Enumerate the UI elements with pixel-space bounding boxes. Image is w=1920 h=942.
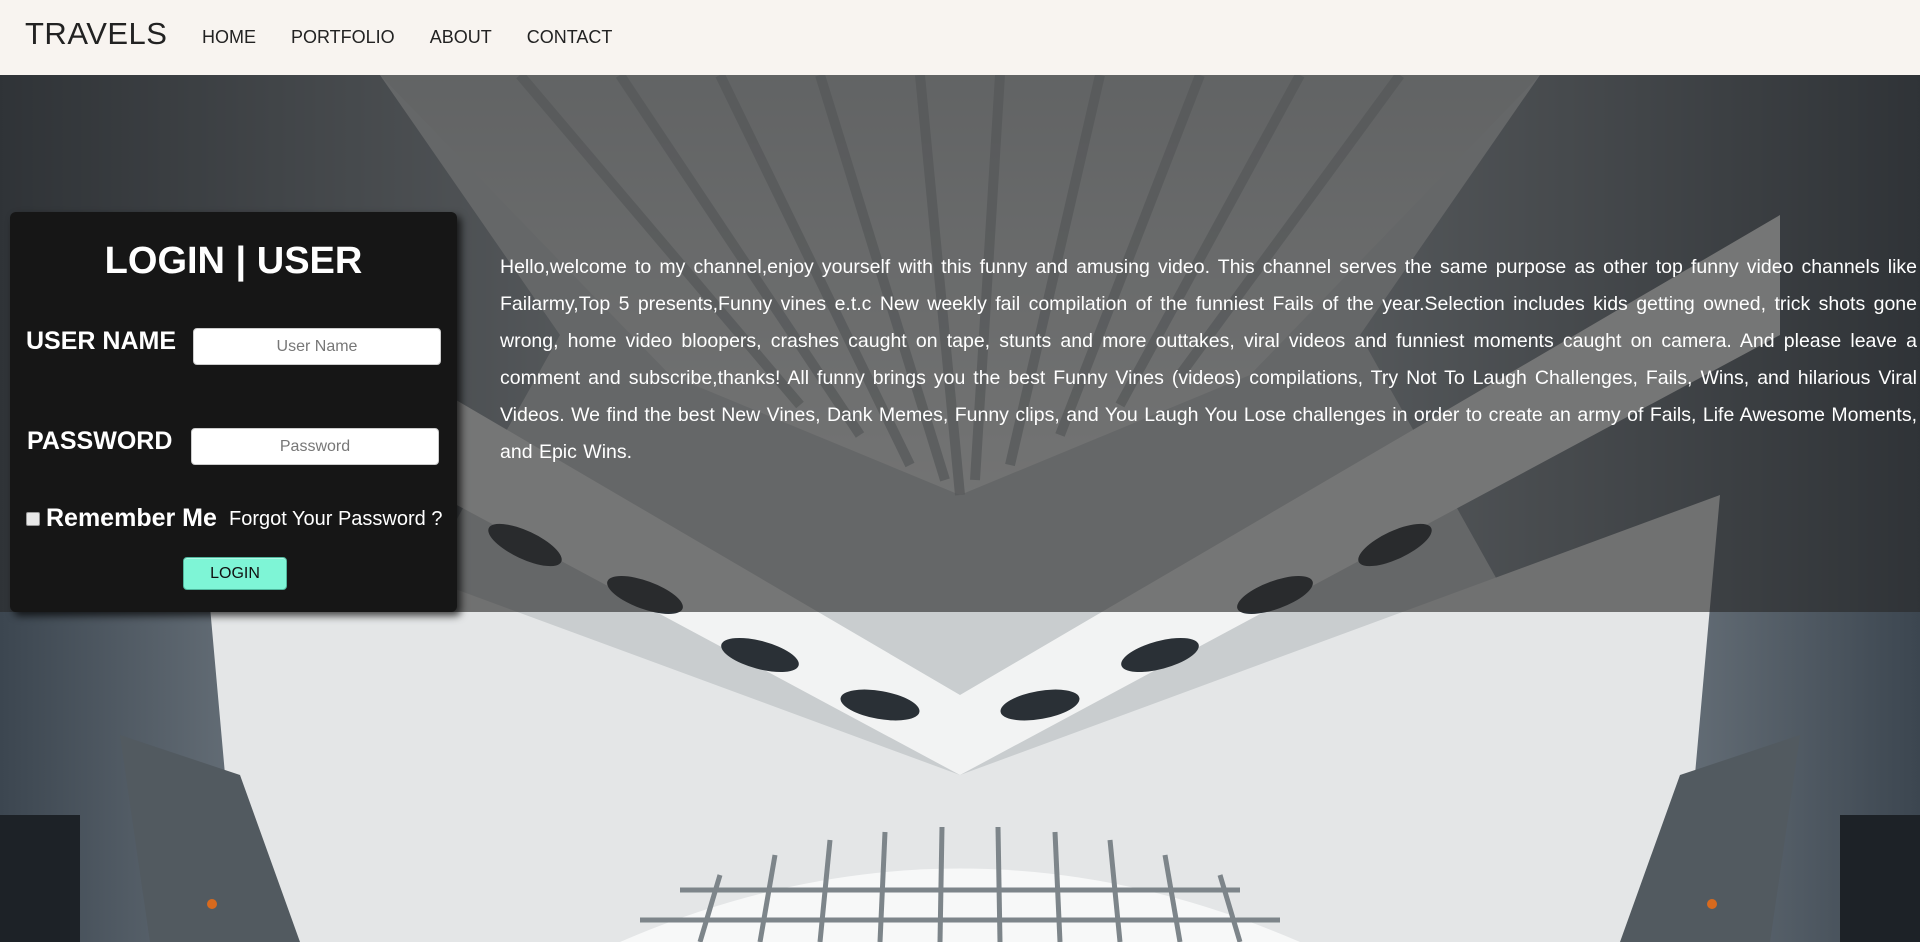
remember-checkbox[interactable] [26,511,40,526]
nav-home[interactable]: HOME [202,27,256,48]
nav-portfolio[interactable]: PORTFOLIO [291,27,395,48]
nav-contact[interactable]: CONTACT [527,27,613,48]
brand-logo[interactable]: TRAVELS [25,16,167,52]
remember-label[interactable]: Remember Me [46,504,217,533]
login-title: LOGIN | USER [104,240,363,282]
login-panel: LOGIN | USER USER NAME PASSWORD Remember… [10,212,457,612]
channel-description: Hello,welcome to my channel,enjoy yourse… [500,256,1917,463]
nav-about[interactable]: ABOUT [430,27,492,48]
login-button[interactable]: LOGIN [183,557,287,590]
top-navbar: TRAVELS HOME PORTFOLIO ABOUT CONTACT [0,0,1920,75]
nav-links: HOME PORTFOLIO ABOUT CONTACT [202,27,612,48]
username-label: USER NAME [26,327,177,355]
username-input[interactable] [193,328,441,365]
forgot-password-link[interactable]: Forgot Your Password ? [229,508,442,531]
remember-row: Remember Me [26,504,217,533]
password-input[interactable] [191,428,439,465]
password-label: PASSWORD [27,427,173,455]
